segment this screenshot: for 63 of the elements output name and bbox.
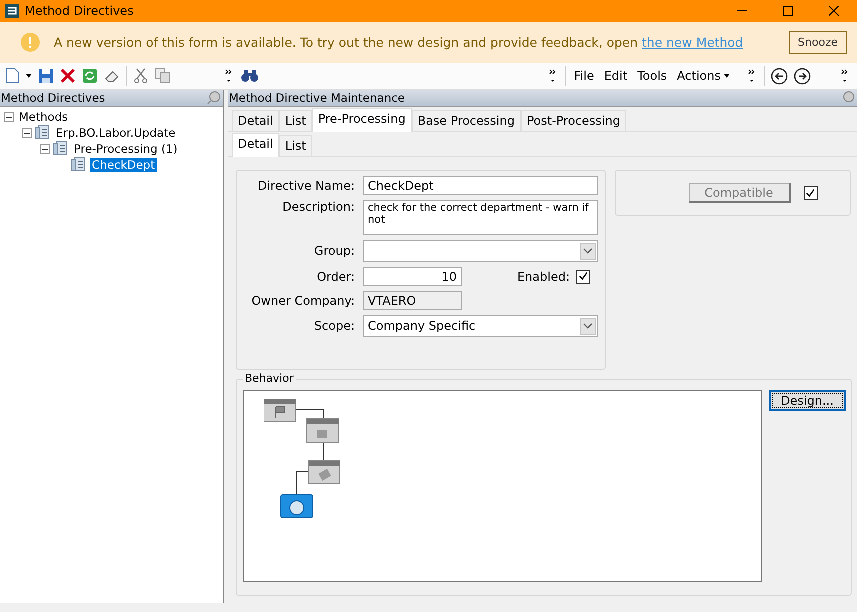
- back-icon[interactable]: [771, 68, 788, 84]
- close-icon[interactable]: [829, 6, 839, 16]
- tree-item[interactable]: Pre-Processing (1): [72, 142, 180, 156]
- tab[interactable]: List: [279, 135, 312, 156]
- menu-item[interactable]: Edit: [602, 69, 630, 83]
- document-icon: [71, 157, 87, 173]
- menu-item[interactable]: Tools: [636, 69, 670, 83]
- collapse-icon[interactable]: [40, 144, 50, 154]
- field-label: Group:: [313, 244, 356, 258]
- delete-icon[interactable]: [60, 68, 76, 84]
- design-button[interactable]: Design...: [769, 390, 846, 411]
- tab[interactable]: Base Processing: [412, 110, 521, 131]
- tab[interactable]: Detail: [232, 133, 280, 157]
- binoculars-icon[interactable]: [241, 69, 259, 83]
- warning-icon: [21, 33, 40, 52]
- input-field[interactable]: 10: [363, 267, 462, 286]
- dropdown-caret-icon[interactable]: [26, 74, 32, 78]
- maximize-icon[interactable]: [783, 6, 793, 16]
- new-document-icon[interactable]: [6, 68, 20, 84]
- field-label: Directive Name:: [256, 178, 356, 192]
- checkbox[interactable]: [804, 186, 818, 200]
- tab[interactable]: Pre-Processing: [312, 108, 412, 132]
- field-label: Description:: [282, 200, 356, 214]
- dropdown-caret-icon[interactable]: [724, 74, 730, 78]
- collapse-icon[interactable]: [22, 128, 32, 138]
- group-title: Behavior: [243, 372, 296, 385]
- menu-item[interactable]: File: [572, 69, 596, 83]
- collapse-icon[interactable]: [4, 112, 14, 122]
- tree-item[interactable]: Methods: [17, 110, 70, 124]
- field-label: Order:: [316, 270, 356, 284]
- panel-title: Method Directive Maintenance: [229, 91, 406, 105]
- copy-icon[interactable]: [155, 68, 171, 84]
- field-label: Scope:: [313, 319, 356, 333]
- save-icon[interactable]: [38, 68, 54, 84]
- overflow-icon[interactable]: [841, 68, 849, 84]
- menu-item[interactable]: Actions: [675, 69, 723, 83]
- app-logo-icon: [5, 4, 19, 18]
- overflow-icon[interactable]: [225, 68, 233, 84]
- refresh-icon[interactable]: [82, 68, 98, 84]
- field-label: Owner Company:: [250, 294, 356, 308]
- document-icon: [35, 125, 51, 141]
- input-field[interactable]: check for the correct department - warn if not: [363, 200, 598, 235]
- snooze-button[interactable]: Snooze: [789, 31, 847, 54]
- tab[interactable]: List: [279, 110, 312, 131]
- input-field: VTAERO: [363, 291, 462, 310]
- field-label: Enabled:: [517, 270, 570, 284]
- input-field[interactable]: CheckDept: [363, 176, 598, 195]
- checkbox[interactable]: [576, 270, 590, 284]
- banner-message: A new version of this form is available. To try out the new design and provide feedback, open the new Method: [54, 35, 744, 50]
- tab[interactable]: Post-Processing: [520, 110, 626, 131]
- forward-icon[interactable]: [794, 68, 811, 84]
- overflow-icon[interactable]: [549, 68, 558, 84]
- tree-item[interactable]: CheckDept: [90, 158, 158, 172]
- dropdown-field[interactable]: [363, 240, 598, 262]
- compatible-button[interactable]: Compatible: [688, 183, 790, 203]
- tab[interactable]: Detail: [232, 110, 280, 131]
- overflow-icon[interactable]: [748, 68, 756, 84]
- panel-title: Method Directives: [1, 91, 106, 105]
- dropdown-field[interactable]: Company Specific: [363, 315, 598, 337]
- document-icon: [53, 141, 69, 157]
- tree-item[interactable]: Erp.BO.Labor.Update: [54, 126, 178, 140]
- cut-icon[interactable]: [133, 68, 149, 84]
- window-title: Method Directives: [25, 4, 135, 18]
